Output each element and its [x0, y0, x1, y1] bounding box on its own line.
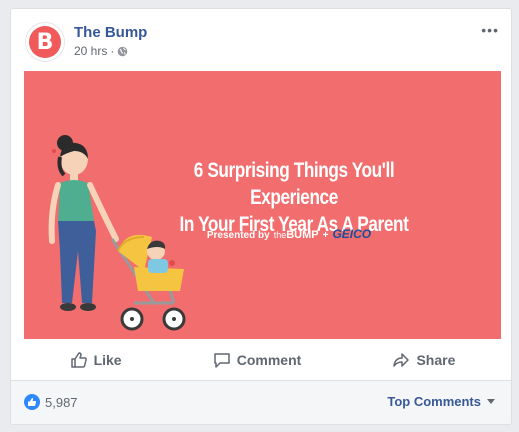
comment-icon: [214, 353, 230, 368]
page-name-link[interactable]: The Bump: [74, 24, 147, 41]
the-bump-brand-logo: theBUMP: [273, 229, 319, 241]
share-arrow-icon: [393, 353, 410, 367]
page-avatar[interactable]: B: [25, 22, 65, 62]
share-button[interactable]: Share: [378, 347, 469, 373]
bump-logo-icon: B: [29, 26, 61, 58]
presented-by-label: Presented by: [206, 230, 270, 241]
brand-plus: +: [322, 230, 329, 241]
share-label: Share: [416, 352, 456, 368]
post-footer: 5,987 Top Comments: [11, 381, 511, 424]
post-image[interactable]: 6 Surprising Things You'll Experience In…: [24, 71, 501, 339]
meta-separator: ·: [110, 44, 115, 58]
geico-logo: GEICO: [332, 227, 372, 241]
thumbs-up-icon: [70, 352, 87, 368]
like-reaction-icon: [24, 394, 40, 410]
presented-by-line: Presented by theBUMP + GEICO: [174, 227, 404, 241]
image-headline: 6 Surprising Things You'll Experience In…: [155, 157, 434, 238]
globe-icon[interactable]: [117, 46, 128, 57]
post-timestamp[interactable]: 20 hrs: [74, 44, 107, 58]
comment-label: Comment: [236, 352, 302, 368]
post-meta: 20 hrs ·: [74, 44, 128, 58]
more-options-icon[interactable]: •••: [481, 22, 499, 38]
top-comments-label: Top Comments: [387, 394, 481, 409]
like-label: Like: [93, 352, 122, 368]
like-button[interactable]: Like: [56, 347, 136, 373]
chevron-down-icon: [487, 399, 495, 404]
post-actions-bar: Like Comment Share: [24, 345, 501, 375]
reactions-summary[interactable]: 5,987: [24, 394, 78, 410]
post-card: B The Bump 20 hrs · ••• 6 Surprising Thi…: [10, 8, 512, 425]
top-comments-dropdown[interactable]: Top Comments: [387, 394, 495, 409]
comment-button[interactable]: Comment: [199, 347, 316, 373]
headline-line-1: 6 Surprising Things You'll Experience: [193, 159, 395, 209]
reaction-count: 5,987: [45, 394, 78, 410]
